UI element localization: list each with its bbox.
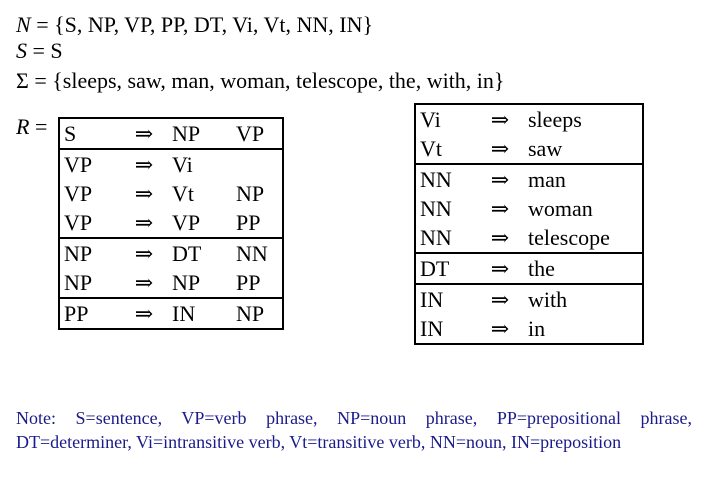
rule-rhs: NP <box>236 181 265 206</box>
rule-rhs: man <box>524 163 643 194</box>
rule-rhs: IN <box>168 297 232 329</box>
rule-rhs: Vt <box>172 181 194 206</box>
rule-lhs: NP <box>59 237 120 268</box>
rules-label: R = <box>16 114 47 140</box>
rule-lhs: NP <box>64 270 93 295</box>
rule-rhs: Vi <box>168 148 232 179</box>
rule-rhs: the <box>524 252 643 284</box>
rewrite-arrow: ⇒ <box>490 107 510 132</box>
rewrite-arrow: ⇒ <box>134 181 154 206</box>
rule-row: VP ⇒ VP PP <box>59 208 283 238</box>
rule-rhs: NN <box>232 237 283 268</box>
rule-rhs: NP <box>172 270 201 295</box>
nonterminal-rules-table: S ⇒ NP VP VP ⇒ Vi VP ⇒ Vt NP VP ⇒ VP PP NP ⇒ DT NN NP ⇒ NP PP P… <box>58 117 284 330</box>
rule-lhs: PP <box>59 297 120 329</box>
r-symbol: R <box>16 114 30 139</box>
rule-rhs: telescope <box>528 225 610 250</box>
rewrite-arrow: ⇒ <box>476 163 524 194</box>
rewrite-arrow: ⇒ <box>120 297 168 329</box>
rule-row: VP ⇒ Vt NP <box>59 179 283 208</box>
rewrite-arrow: ⇒ <box>490 316 510 341</box>
rule-rhs: VP <box>172 210 201 235</box>
nonterminals-set: = {S, NP, VP, PP, DT, Vi, Vt, NN, IN} <box>30 12 374 37</box>
rule-row: DT ⇒ the <box>415 252 643 284</box>
rule-rhs: with <box>524 283 643 314</box>
rule-row: NP ⇒ DT NN <box>59 237 283 268</box>
rule-lhs: S <box>64 121 77 146</box>
rule-lhs: VP <box>64 181 93 206</box>
rule-lhs: IN <box>420 316 444 341</box>
lexical-rules-table: Vi ⇒ sleeps Vt ⇒ saw NN ⇒ man NN ⇒ woman NN ⇒ telescop… <box>414 103 644 345</box>
rule-rhs: NP <box>232 297 283 329</box>
rule-row: NN ⇒ telescope <box>415 223 643 253</box>
rule-row: Vi ⇒ sleeps <box>415 104 643 134</box>
rule-rhs: NP <box>172 121 201 146</box>
rule-rhs: PP <box>236 210 261 235</box>
nonterminals-definition: N = {S, NP, VP, PP, DT, Vi, Vt, NN, IN} <box>16 12 373 38</box>
rule-rhs: VP <box>236 121 265 146</box>
terminals-definition: Σ = {sleeps, saw, man, woman, telescope,… <box>16 68 504 94</box>
rule-lhs: Vi <box>420 107 441 132</box>
rule-lhs: NN <box>415 163 476 194</box>
rule-row: PP ⇒ IN NP <box>59 297 283 329</box>
rule-row: IN ⇒ with <box>415 283 643 314</box>
rule-rhs: in <box>528 316 546 341</box>
sigma-symbol: Σ <box>16 68 29 93</box>
rule-lhs: VP <box>64 210 93 235</box>
rule-lhs: Vt <box>420 136 442 161</box>
rule-rhs: woman <box>528 196 593 221</box>
rule-row: S ⇒ NP VP <box>59 118 283 149</box>
rule-row: Vt ⇒ saw <box>415 134 643 164</box>
rule-lhs: VP <box>59 148 120 179</box>
terminals-set: = {sleeps, saw, man, woman, telescope, t… <box>28 68 505 93</box>
rule-rhs: sleeps <box>528 107 582 132</box>
s-symbol: S <box>16 38 27 63</box>
rule-rhs: saw <box>528 136 563 161</box>
rewrite-arrow: ⇒ <box>490 136 510 161</box>
rules-equals: = <box>29 114 48 139</box>
rewrite-arrow: ⇒ <box>476 283 524 314</box>
rewrite-arrow: ⇒ <box>120 148 168 179</box>
rewrite-arrow: ⇒ <box>490 196 510 221</box>
rule-row: IN ⇒ in <box>415 314 643 344</box>
rule-row: NN ⇒ man <box>415 163 643 194</box>
rule-row: NN ⇒ woman <box>415 194 643 223</box>
rewrite-arrow: ⇒ <box>120 237 168 268</box>
rule-rhs: PP <box>236 270 261 295</box>
rule-row: NP ⇒ NP PP <box>59 268 283 298</box>
rule-row: VP ⇒ Vi <box>59 148 283 179</box>
rule-rhs <box>232 148 283 179</box>
n-symbol: N <box>16 12 31 37</box>
rule-lhs: NN <box>420 196 452 221</box>
rule-lhs: NN <box>420 225 452 250</box>
rewrite-arrow: ⇒ <box>134 270 154 295</box>
rule-rhs: DT <box>168 237 232 268</box>
abbreviation-note: Note: S=sentence, VP=verb phrase, NP=nou… <box>16 408 692 452</box>
start-symbol-value: = S <box>27 38 63 63</box>
start-symbol-definition: S = S <box>16 38 63 64</box>
rule-lhs: IN <box>415 283 476 314</box>
rewrite-arrow: ⇒ <box>134 121 154 146</box>
rule-lhs: DT <box>415 252 476 284</box>
rewrite-arrow: ⇒ <box>476 252 524 284</box>
rewrite-arrow: ⇒ <box>490 225 510 250</box>
rewrite-arrow: ⇒ <box>134 210 154 235</box>
